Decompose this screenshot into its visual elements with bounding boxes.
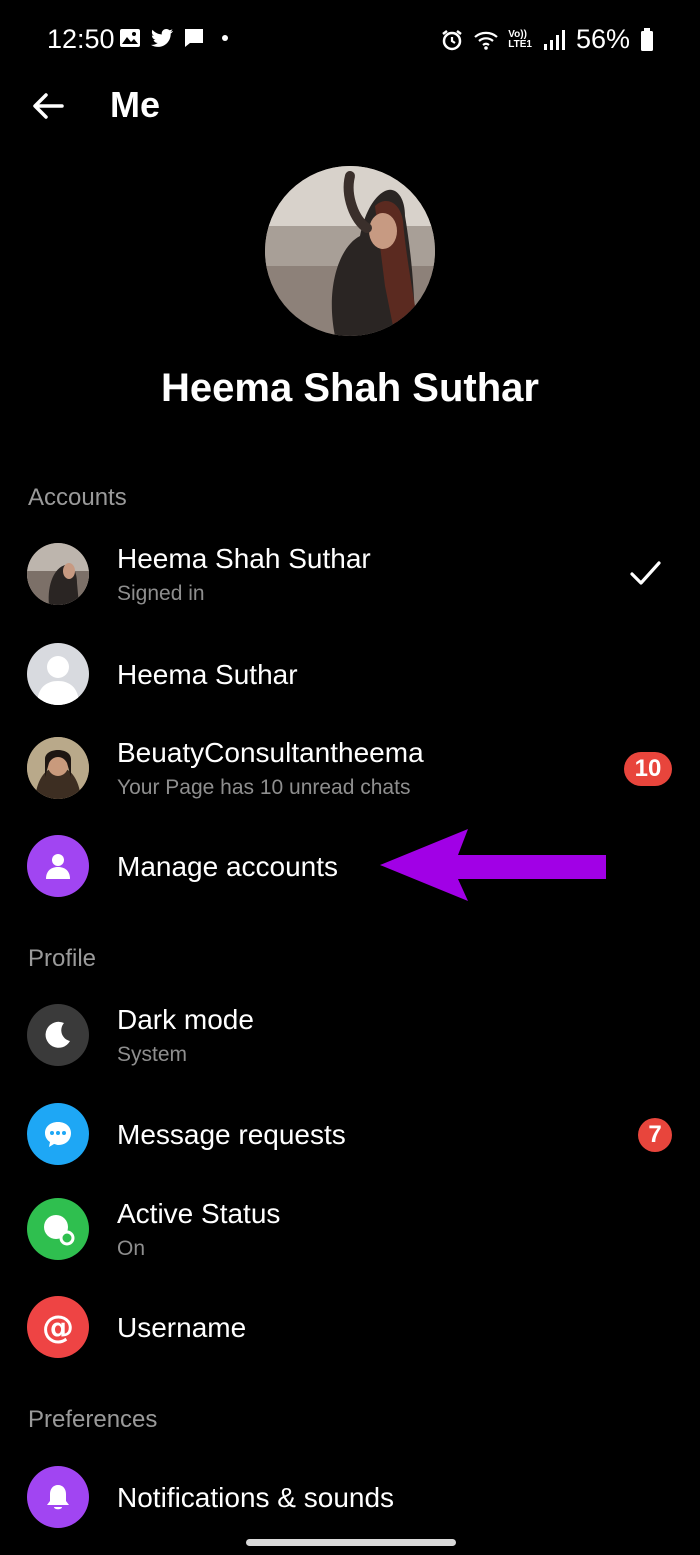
default-avatar-icon	[27, 643, 89, 705]
at-sign-icon: @	[27, 1296, 89, 1358]
account-row-heema-shah-suthar[interactable]: Heema Shah Suthar Signed in	[0, 532, 700, 616]
account-name: BeuatyConsultantheema	[117, 737, 424, 768]
account-status: Signed in	[117, 582, 205, 605]
status-time: 12:50	[47, 24, 115, 54]
checkmark-icon	[630, 561, 661, 585]
message-requests-label: Message requests	[117, 1119, 346, 1150]
section-header-profile: Profile	[28, 945, 97, 972]
volte-icon: Vo)) LTE1	[508, 28, 532, 50]
account-name: Heema Suthar	[117, 659, 298, 690]
username-label: Username	[117, 1312, 247, 1343]
active-status-value: On	[117, 1237, 146, 1260]
account-avatar	[27, 543, 89, 605]
gallery-icon	[120, 29, 140, 47]
section-header-preferences: Preferences	[28, 1406, 158, 1433]
page-avatar	[27, 737, 89, 799]
person-icon	[27, 835, 89, 897]
bell-icon	[27, 1466, 89, 1528]
notifications-sounds-label: Notifications & sounds	[117, 1482, 395, 1513]
account-status: Your Page has 10 unread chats	[117, 776, 411, 799]
profile-photo	[265, 166, 435, 336]
alarm-icon	[442, 29, 462, 50]
account-name: Heema Shah Suthar	[117, 543, 371, 574]
account-row-beuatyconsultantheema[interactable]: BeuatyConsultantheema Your Page has 10 u…	[0, 726, 700, 810]
top-app-bar: Me	[0, 80, 700, 130]
signal-icon	[543, 29, 565, 50]
volte-line1: Vo))	[508, 28, 527, 40]
notifications-sounds-row[interactable]: Notifications & sounds	[0, 1455, 700, 1539]
section-header-accounts: Accounts	[28, 484, 127, 511]
status-bar: 12:50 Vo)) LTE1 56%	[0, 0, 700, 80]
dark-mode-row[interactable]: Dark mode System	[0, 993, 700, 1077]
profile-avatar[interactable]	[265, 166, 435, 336]
active-status-label: Active Status	[117, 1198, 281, 1229]
twitter-icon	[151, 29, 173, 47]
username-row[interactable]: @ Username	[0, 1285, 700, 1369]
profile-name: Heema Shah Suthar	[161, 366, 539, 410]
annotation-arrow-icon	[380, 829, 606, 901]
battery-icon	[641, 27, 653, 51]
chat-icon	[185, 29, 203, 47]
requests-badge: 7	[638, 1118, 672, 1152]
unread-badge: 10	[624, 752, 672, 786]
page-title: Me	[110, 84, 161, 125]
volte-line2: LTE1	[508, 38, 532, 50]
wifi-icon	[474, 31, 498, 50]
battery-percent: 56%	[575, 24, 630, 54]
active-status-row[interactable]: Active Status On	[0, 1187, 700, 1271]
account-row-heema-suthar[interactable]: Heema Suthar	[0, 632, 700, 716]
active-status-icon	[27, 1198, 89, 1260]
message-requests-row[interactable]: Message requests 7	[0, 1092, 700, 1176]
dark-mode-label: Dark mode	[117, 1004, 254, 1035]
dark-mode-value: System	[117, 1043, 188, 1066]
home-indicator[interactable]	[246, 1539, 456, 1546]
notification-dot	[222, 35, 228, 41]
manage-accounts-label: Manage accounts	[117, 851, 339, 882]
back-arrow-icon[interactable]	[30, 88, 66, 124]
chat-bubble-icon	[27, 1103, 89, 1165]
moon-icon	[27, 1004, 89, 1066]
